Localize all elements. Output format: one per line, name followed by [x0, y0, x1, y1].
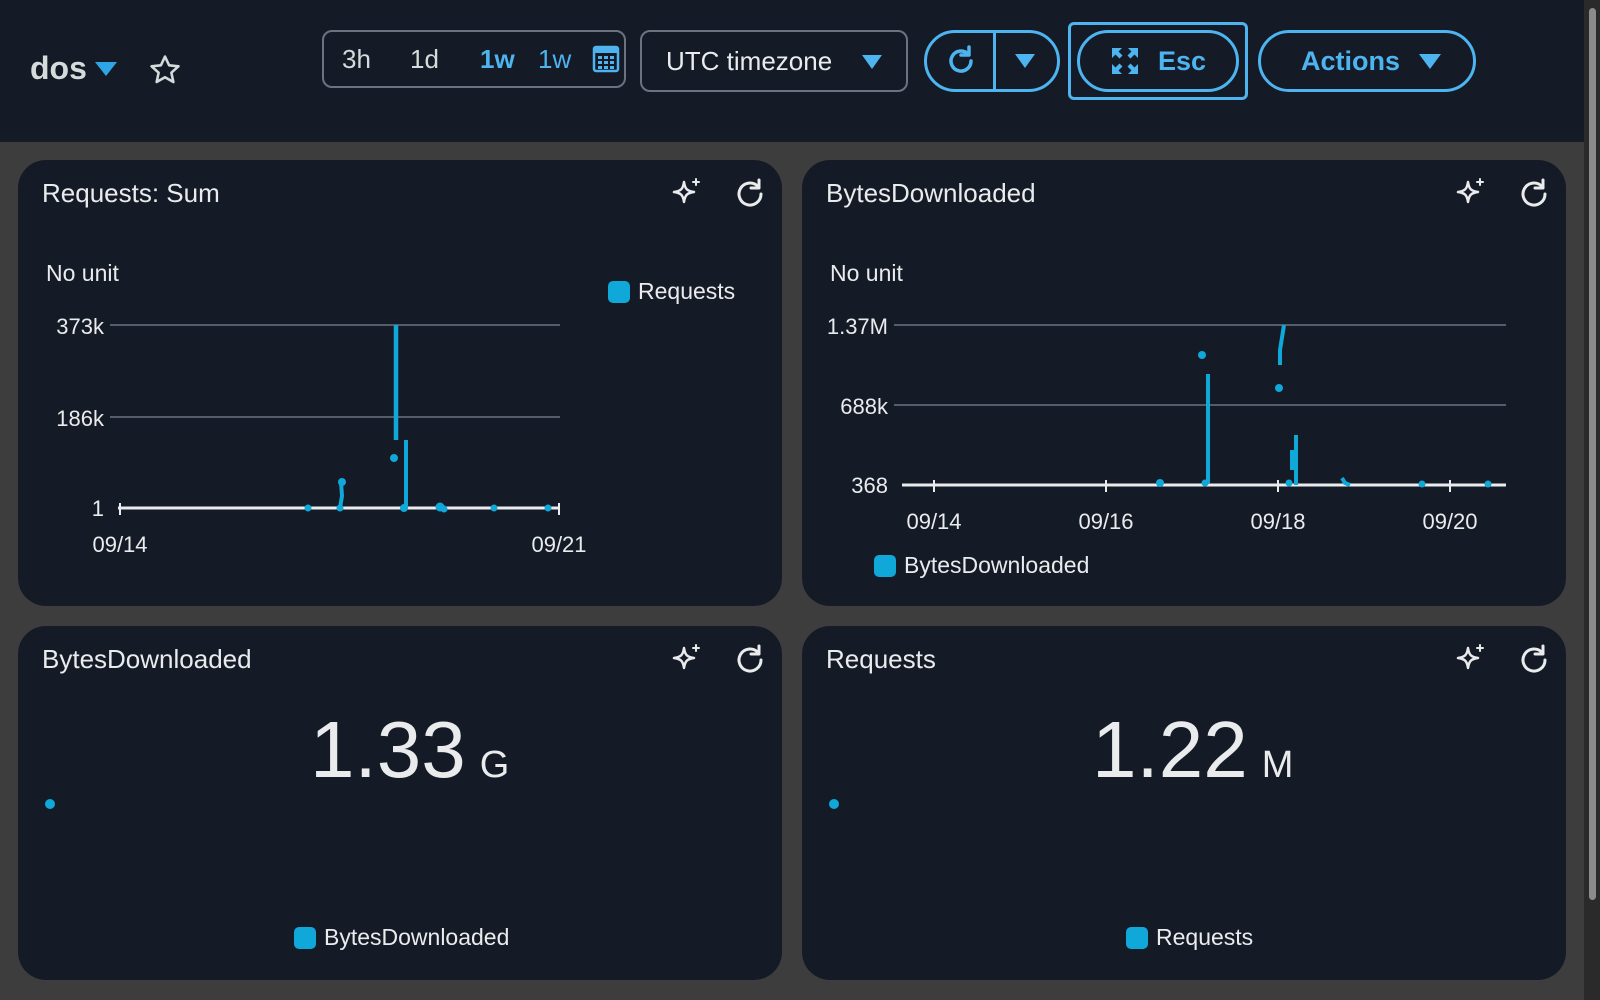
data-point — [1198, 351, 1206, 359]
dashboard-title[interactable]: dos — [30, 50, 117, 87]
metric-value: 1.22 — [1092, 705, 1248, 794]
dashboard-header: dos 3h 1d 1w 1w UTC timezone Esc Actions — [0, 0, 1584, 142]
chevron-down-icon — [862, 55, 882, 69]
x-tick-label: 09/14 — [906, 509, 961, 534]
range-custom[interactable]: 1w — [538, 44, 571, 75]
x-tick-label: 09/16 — [1078, 509, 1133, 534]
refresh-icon[interactable] — [1516, 642, 1552, 678]
widget-bytes-downloaded-value: BytesDownloaded 1.33 G BytesDownloaded — [18, 626, 782, 980]
sparkle-icon[interactable] — [668, 642, 704, 678]
data-point — [490, 504, 498, 512]
x-tick-label: 09/14 — [92, 532, 147, 557]
sparkline-dot — [829, 799, 839, 809]
series-line — [1278, 324, 1286, 365]
chart-legend: Requests — [1126, 924, 1253, 951]
x-tick-label: 09/20 — [1422, 509, 1477, 534]
data-point — [1484, 480, 1492, 488]
widget-bytes-downloaded-chart: BytesDownloaded No unit 1.37M 688k 368 0… — [802, 160, 1566, 606]
widget-title: BytesDownloaded — [42, 644, 252, 674]
y-tick-label: 368 — [851, 473, 888, 498]
button-divider — [993, 33, 996, 89]
legend-label: BytesDownloaded — [904, 552, 1090, 578]
refresh-icon[interactable] — [732, 642, 768, 678]
chart-legend: BytesDownloaded — [874, 552, 1089, 579]
legend-swatch — [1126, 926, 1148, 949]
data-point — [304, 504, 312, 512]
actions-button[interactable]: Actions — [1258, 30, 1476, 92]
y-tick-label: 186k — [56, 406, 105, 431]
widget-title: Requests — [826, 644, 936, 674]
requests-line-chart: 373k 186k 1 09/14 09/21 — [56, 314, 586, 557]
range-3h[interactable]: 3h — [342, 44, 371, 75]
calendar-icon[interactable] — [592, 45, 620, 73]
chevron-down-icon — [1419, 54, 1441, 69]
exit-fullscreen-button[interactable]: Esc — [1077, 30, 1239, 92]
metric-value: 1.33 — [310, 705, 466, 794]
fullscreen-icon — [1112, 48, 1138, 74]
y-tick-label: 688k — [840, 394, 889, 419]
range-1d[interactable]: 1d — [410, 44, 439, 75]
metric-suffix: M — [1261, 744, 1294, 786]
legend-label: Requests — [1156, 924, 1254, 950]
sparkline-dot — [45, 799, 55, 809]
legend-label: BytesDownloaded — [324, 924, 510, 950]
scrollbar-thumb[interactable] — [1589, 8, 1596, 900]
refresh-options-chevron-icon[interactable] — [1015, 54, 1035, 68]
widget-requests-value: Requests 1.22 M Requests — [802, 626, 1566, 980]
legend-swatch — [294, 926, 316, 949]
esc-label: Esc — [1158, 46, 1207, 76]
data-point — [390, 454, 398, 462]
data-point — [544, 504, 552, 512]
range-1w[interactable]: 1w — [480, 44, 515, 75]
y-tick-label: 1 — [92, 496, 104, 521]
star-icon[interactable] — [148, 53, 182, 87]
data-point — [1156, 479, 1164, 487]
timezone-label: UTC timezone — [666, 46, 833, 76]
data-point — [1275, 384, 1283, 392]
metric-suffix: G — [479, 744, 510, 786]
widget-requests-sum: Requests: Sum No unit Requests 373k 186k… — [18, 160, 782, 606]
focus-ring: Esc — [1068, 22, 1248, 100]
y-tick-label: 373k — [56, 314, 105, 339]
chevron-down-icon[interactable] — [94, 61, 117, 76]
y-tick-label: 1.37M — [827, 314, 888, 339]
refresh-icon[interactable] — [944, 44, 978, 78]
sparkle-icon[interactable] — [1452, 642, 1488, 678]
legend-swatch — [874, 554, 896, 577]
big-number-value: 1.22 M — [1092, 704, 1293, 796]
data-point — [338, 478, 346, 486]
x-tick-label: 09/21 — [531, 532, 586, 557]
actions-label: Actions — [1301, 46, 1401, 76]
data-point — [1418, 480, 1426, 488]
bytes-downloaded-line-chart: 1.37M 688k 368 09/14 09/16 09/18 09/20 — [827, 314, 1506, 534]
big-number-value: 1.33 G — [310, 704, 509, 796]
data-point — [1201, 479, 1209, 487]
refresh-button-group — [924, 30, 1060, 92]
data-point — [440, 505, 448, 513]
timezone-select[interactable]: UTC timezone — [640, 30, 908, 92]
chart-legend: BytesDownloaded — [294, 924, 509, 951]
x-tick-label: 09/18 — [1250, 509, 1305, 534]
requests-series — [304, 325, 552, 513]
data-point — [1285, 479, 1293, 487]
time-range-selector: 3h 1d 1w 1w — [322, 30, 626, 88]
dashboard-name: dos — [30, 50, 87, 86]
bytes-downloaded-series — [1156, 324, 1492, 488]
